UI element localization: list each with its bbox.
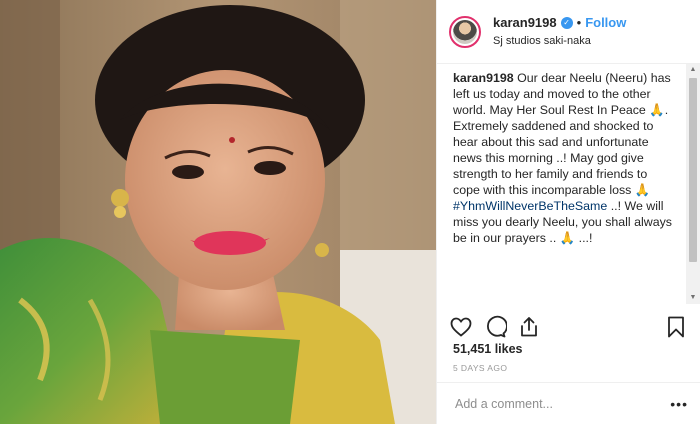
post-header: karan9198 ✓ • Follow Sj studios saki-nak… [437, 0, 700, 64]
action-bar [449, 312, 688, 342]
caption-username[interactable]: karan9198 [453, 71, 514, 85]
portrait-image [0, 0, 436, 424]
comment-bar: ••• [437, 382, 700, 424]
avatar[interactable] [449, 15, 481, 48]
instagram-post: karan9198 ✓ • Follow Sj studios saki-nak… [0, 0, 700, 424]
pray-emoji-icon: 🙏 [634, 183, 651, 197]
likes-count[interactable]: 51,451 likes [453, 342, 523, 356]
separator-dot: • [576, 14, 582, 30]
post-photo[interactable] [0, 0, 436, 424]
comment-input[interactable] [453, 395, 671, 412]
more-options-icon[interactable]: ••• [670, 396, 688, 412]
share-icon[interactable] [517, 315, 541, 339]
heart-icon[interactable] [449, 315, 473, 339]
caption-scrollbar[interactable]: ▲ ▼ [686, 64, 700, 304]
bookmark-icon[interactable] [664, 315, 688, 339]
scroll-down-arrow-icon[interactable]: ▼ [686, 292, 700, 304]
pray-emoji-icon: 🙏 [649, 103, 665, 117]
pray-emoji-icon: 🙏 [559, 231, 576, 245]
caption: karan9198 Our dear Neelu (Neeru) has lef… [437, 64, 686, 304]
scroll-up-arrow-icon[interactable]: ▲ [686, 64, 700, 76]
post-timestamp[interactable]: 5 DAYS AGO [453, 363, 507, 373]
verified-badge-icon: ✓ [560, 16, 573, 29]
scrollbar-thumb[interactable] [689, 78, 697, 262]
location-link[interactable]: Sj studios saki-naka [493, 33, 626, 49]
comment-icon[interactable] [483, 315, 507, 339]
follow-button[interactable]: Follow [585, 15, 626, 31]
hashtag-link[interactable]: #YhmWillNeverBeTheSame [453, 199, 607, 213]
username-link[interactable]: karan9198 [493, 15, 557, 31]
post-sidebar: karan9198 ✓ • Follow Sj studios saki-nak… [436, 0, 700, 424]
caption-text: ...! [578, 231, 593, 245]
